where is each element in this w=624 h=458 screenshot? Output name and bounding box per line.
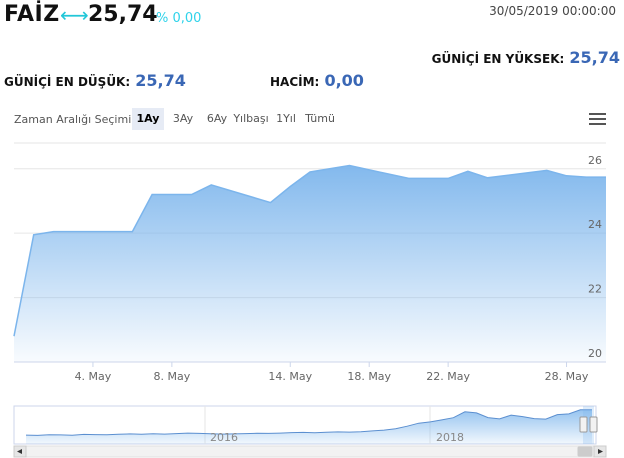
series-area-fill [14,165,606,362]
data-point[interactable] [486,176,490,180]
scrollbar-thumb[interactable] [577,446,593,457]
y-tick-label: 22 [588,283,602,296]
data-point[interactable] [130,230,134,234]
data-point[interactable] [150,193,154,197]
data-point[interactable] [328,167,332,171]
x-tick-label: 22. May [426,370,470,383]
data-point[interactable] [466,169,470,173]
y-tick-label: 20 [588,347,602,360]
data-point[interactable] [71,230,75,234]
navigator-label: 2018 [436,431,464,444]
series [12,164,608,362]
x-tick-label: 4. May [75,370,112,383]
x-tick-label: 28. May [545,370,589,383]
data-point[interactable] [584,175,588,179]
data-point[interactable] [347,164,351,168]
navigator-label: 2016 [210,431,238,444]
data-point[interactable] [12,334,16,338]
y-tick-label: 26 [588,154,602,167]
price-chart: 20 22 24 26 4. May 8. May 14. May 18. May 22. Ma… [12,142,608,458]
data-point[interactable] [565,174,569,178]
data-point[interactable] [446,176,450,180]
y-tick-label: 24 [588,218,602,231]
scrollbar[interactable] [13,445,607,458]
navigator-handle-grip-icon[interactable] [589,416,598,433]
navigator[interactable]: 2016 2018 [13,405,598,445]
data-point[interactable] [170,193,174,197]
scrollbar-track[interactable] [13,445,607,458]
x-tick-label: 8. May [153,370,190,383]
data-point[interactable] [308,170,312,174]
x-tick-label: 18. May [347,370,391,383]
data-point[interactable] [288,184,292,188]
data-point[interactable] [51,230,55,234]
data-point[interactable] [269,201,273,205]
data-point[interactable] [407,176,411,180]
data-point[interactable] [190,193,194,197]
data-point[interactable] [604,175,608,179]
x-tick-label: 14. May [268,370,312,383]
navigator-handle-grip-icon[interactable] [579,416,588,433]
data-point[interactable] [426,176,430,180]
data-point[interactable] [32,233,36,237]
data-point[interactable] [209,183,213,187]
data-point[interactable] [545,168,549,172]
